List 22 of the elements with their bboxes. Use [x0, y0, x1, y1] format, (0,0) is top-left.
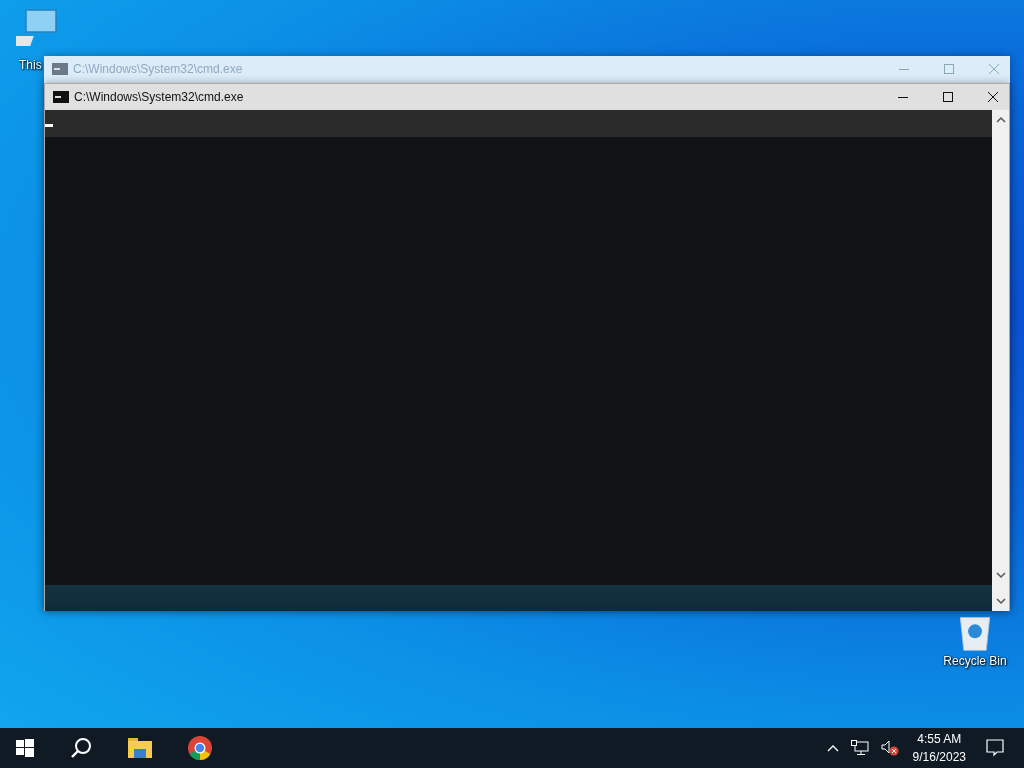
recycle-bin-icon[interactable]	[957, 614, 993, 652]
console-icon	[53, 91, 69, 103]
notification-icon[interactable]	[986, 739, 1004, 757]
window-title: C:\Windows\System32\cmd.exe	[74, 90, 244, 104]
windows-start-icon[interactable]	[16, 739, 34, 757]
desktop-icon-label[interactable]: Recycle Bin	[943, 654, 1007, 668]
scrollbar[interactable]	[992, 110, 1009, 611]
browser-icon[interactable]	[188, 736, 212, 760]
maximize-icon[interactable]	[942, 91, 954, 103]
search-icon[interactable]	[70, 737, 92, 759]
folder-icon[interactable]	[128, 738, 152, 758]
chevron-up-icon[interactable]	[826, 744, 839, 752]
muted-speaker-icon[interactable]	[880, 740, 899, 756]
close-icon[interactable]	[987, 91, 999, 103]
clock-time[interactable]: 4:55 AM	[917, 732, 962, 746]
window-title: C:\Windows\System32\cmd.exe	[73, 62, 243, 76]
network-icon[interactable]	[850, 740, 869, 756]
console-icon	[52, 63, 68, 75]
scroll-down-icon[interactable]	[995, 597, 1006, 605]
scroll-up-icon[interactable]	[995, 116, 1006, 124]
scroll-down-icon[interactable]	[995, 571, 1006, 579]
clock-date[interactable]: 9/16/2023	[912, 750, 966, 764]
